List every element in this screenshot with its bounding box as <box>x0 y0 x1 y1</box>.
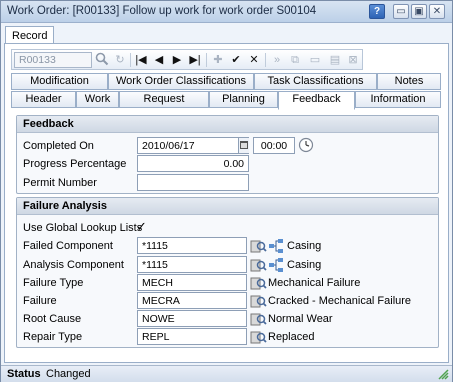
completed-on-time-field[interactable]: 00:00 <box>253 137 295 154</box>
last-record-icon[interactable]: ▶| <box>187 52 203 68</box>
record-tab-strip: Record <box>1 24 452 45</box>
delete-icon[interactable]: ⊠ <box>345 52 361 68</box>
status-label: Status <box>7 368 41 380</box>
status-value: Changed <box>46 368 91 380</box>
tab-request[interactable]: Request <box>119 91 209 108</box>
print-icon[interactable]: ▭ <box>307 52 323 68</box>
analysis-component-label: Analysis Component <box>23 259 124 271</box>
progress-percentage-field[interactable]: 0.00 <box>137 155 249 172</box>
lookup-icon[interactable] <box>250 293 267 309</box>
tab-work[interactable]: Work <box>76 91 119 108</box>
tab-feedback[interactable]: Feedback <box>278 91 355 110</box>
lookup-icon[interactable] <box>250 329 267 345</box>
failure-type-field[interactable]: MECH <box>137 274 247 291</box>
failure-analysis-group: Failure Analysis Use Global Lookup Lists… <box>16 197 439 348</box>
permit-number-field[interactable] <box>137 174 249 191</box>
window-title: Work Order: [R00133] Follow up work for … <box>7 5 317 17</box>
failure-analysis-title: Failure Analysis <box>17 198 438 215</box>
export-icon[interactable]: ▤ <box>327 52 343 68</box>
toolbar-divider <box>265 53 266 67</box>
lookup-icon[interactable] <box>250 238 267 254</box>
copy-icon[interactable]: ⧉ <box>287 52 303 68</box>
lookup-icon[interactable] <box>250 257 267 273</box>
failure-label: Failure <box>23 295 57 307</box>
forward-icon[interactable]: » <box>269 52 285 68</box>
use-global-lookup-label: Use Global Lookup Lists <box>23 222 143 234</box>
failed-component-description: Casing <box>287 240 322 252</box>
completed-on-date-field[interactable]: 2010/06/17 <box>137 137 249 154</box>
cancel-x-icon[interactable]: ✕ <box>246 52 262 68</box>
root-cause-description: Normal Wear <box>268 313 333 325</box>
tab-row-2: Header Work Request Planning Feedback In… <box>11 91 441 110</box>
failure-description: Cracked - Mechanical Failure <box>268 295 412 307</box>
lookup-icon[interactable] <box>250 275 267 291</box>
hierarchy-icon[interactable] <box>268 257 285 273</box>
clock-icon[interactable] <box>298 137 315 153</box>
tab-row-1: Modification Work Order Classifications … <box>11 73 441 90</box>
feedback-group: Feedback Completed On 2010/06/17 00:00 P… <box>16 115 439 194</box>
progress-percentage-label: Progress Percentage <box>23 158 127 170</box>
help-button[interactable]: ? <box>369 4 385 19</box>
maximize-button[interactable]: ▣ <box>411 4 427 19</box>
repair-type-description: Replaced <box>268 331 315 343</box>
analysis-component-field[interactable]: *1115 <box>137 256 247 273</box>
resize-grip-icon[interactable] <box>438 369 449 380</box>
failure-field[interactable]: MECRA <box>137 292 247 309</box>
lookup-icon[interactable] <box>250 311 267 327</box>
toolbar-divider <box>130 53 131 67</box>
status-bar: Status Changed <box>1 365 452 382</box>
hierarchy-icon[interactable] <box>268 238 285 254</box>
work-order-window: Work Order: [R00133] Follow up work for … <box>0 0 453 382</box>
tab-information[interactable]: Information <box>355 91 441 108</box>
analysis-component-description: Casing <box>287 259 322 271</box>
add-icon[interactable]: ✚ <box>210 52 226 68</box>
title-bar[interactable]: Work Order: [R00133] Follow up work for … <box>1 1 452 23</box>
completed-on-label: Completed On <box>23 140 94 152</box>
repair-type-field[interactable]: REPL <box>137 328 247 345</box>
calendar-icon[interactable] <box>238 138 249 153</box>
use-global-lookup-checkbox[interactable]: ✓ <box>136 220 150 234</box>
failed-component-label: Failed Component <box>23 240 113 252</box>
record-toolbar: R00133 ↻ |◀ ◀ ▶ ▶| ✚ ✔ ✕ » ⧉ ▭ ▤ ⊠ <box>11 49 363 70</box>
toolbar-divider <box>206 53 207 67</box>
failed-component-field[interactable]: *1115 <box>137 237 247 254</box>
failure-type-label: Failure Type <box>23 277 84 289</box>
record-search-input[interactable]: R00133 <box>14 52 92 68</box>
close-button[interactable]: ✕ <box>429 4 445 19</box>
save-check-icon[interactable]: ✔ <box>228 52 244 68</box>
tab-header[interactable]: Header <box>11 91 76 108</box>
next-record-icon[interactable]: ▶ <box>169 52 185 68</box>
previous-record-icon[interactable]: ◀ <box>151 52 167 68</box>
first-record-icon[interactable]: |◀ <box>133 52 149 68</box>
tab-task-classifications[interactable]: Task Classifications <box>254 73 377 90</box>
failure-type-description: Mechanical Failure <box>268 277 361 289</box>
tab-planning[interactable]: Planning <box>209 91 278 108</box>
repair-type-label: Repair Type <box>23 331 83 343</box>
root-cause-label: Root Cause <box>23 313 82 325</box>
feedback-group-title: Feedback <box>17 116 438 133</box>
search-icon[interactable] <box>94 52 110 68</box>
refresh-icon[interactable]: ↻ <box>112 52 128 68</box>
root-cause-field[interactable]: NOWE <box>137 310 247 327</box>
permit-number-label: Permit Number <box>23 177 97 189</box>
tab-notes[interactable]: Notes <box>377 73 441 90</box>
tab-work-order-classifications[interactable]: Work Order Classifications <box>108 73 254 90</box>
minimize-button[interactable]: ▭ <box>393 4 409 19</box>
tab-modification[interactable]: Modification <box>11 73 108 90</box>
